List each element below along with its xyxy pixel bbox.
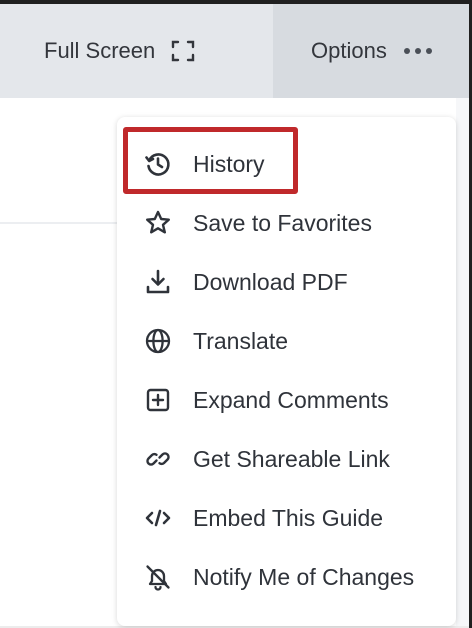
menu-item-label: Embed This Guide [193,504,384,531]
menu-item-save-to-favorites[interactable]: Save to Favorites [117,194,456,252]
globe-icon [143,326,173,356]
menu-item-download-pdf[interactable]: Download PDF [117,253,456,311]
options-menu: History Save to Favorites Download PDF T… [117,117,456,626]
star-icon [143,208,173,238]
link-icon [143,444,173,474]
full-screen-label: Full Screen [44,38,156,63]
menu-item-label: Get Shareable Link [193,445,390,472]
menu-item-label: Download PDF [193,268,348,295]
plus-square-icon [143,385,173,415]
more-dots-icon [403,47,433,55]
code-icon [143,503,173,533]
menu-item-label: History [193,150,265,177]
history-icon [143,149,173,179]
menu-item-get-shareable-link[interactable]: Get Shareable Link [117,430,456,488]
page-divider [0,222,120,224]
download-icon [143,267,173,297]
menu-item-expand-comments[interactable]: Expand Comments [117,371,456,429]
bell-off-icon [143,562,173,592]
menu-item-label: Translate [193,327,289,354]
menu-item-embed-this-guide[interactable]: Embed This Guide [117,489,456,547]
menu-item-notify-me-of-changes[interactable]: Notify Me of Changes [117,548,456,606]
menu-item-label: Notify Me of Changes [193,563,415,590]
menu-item-history[interactable]: History [117,135,456,193]
menu-item-translate[interactable]: Translate [117,312,456,370]
toolbar: Full Screen Options [0,4,469,98]
fullscreen-icon [171,40,195,62]
options-button[interactable]: Options [273,4,469,98]
menu-item-label: Save to Favorites [193,209,372,236]
page-edge [456,98,469,628]
full-screen-button[interactable]: Full Screen [0,4,273,98]
menu-item-label: Expand Comments [193,386,389,413]
options-label: Options [311,38,387,63]
